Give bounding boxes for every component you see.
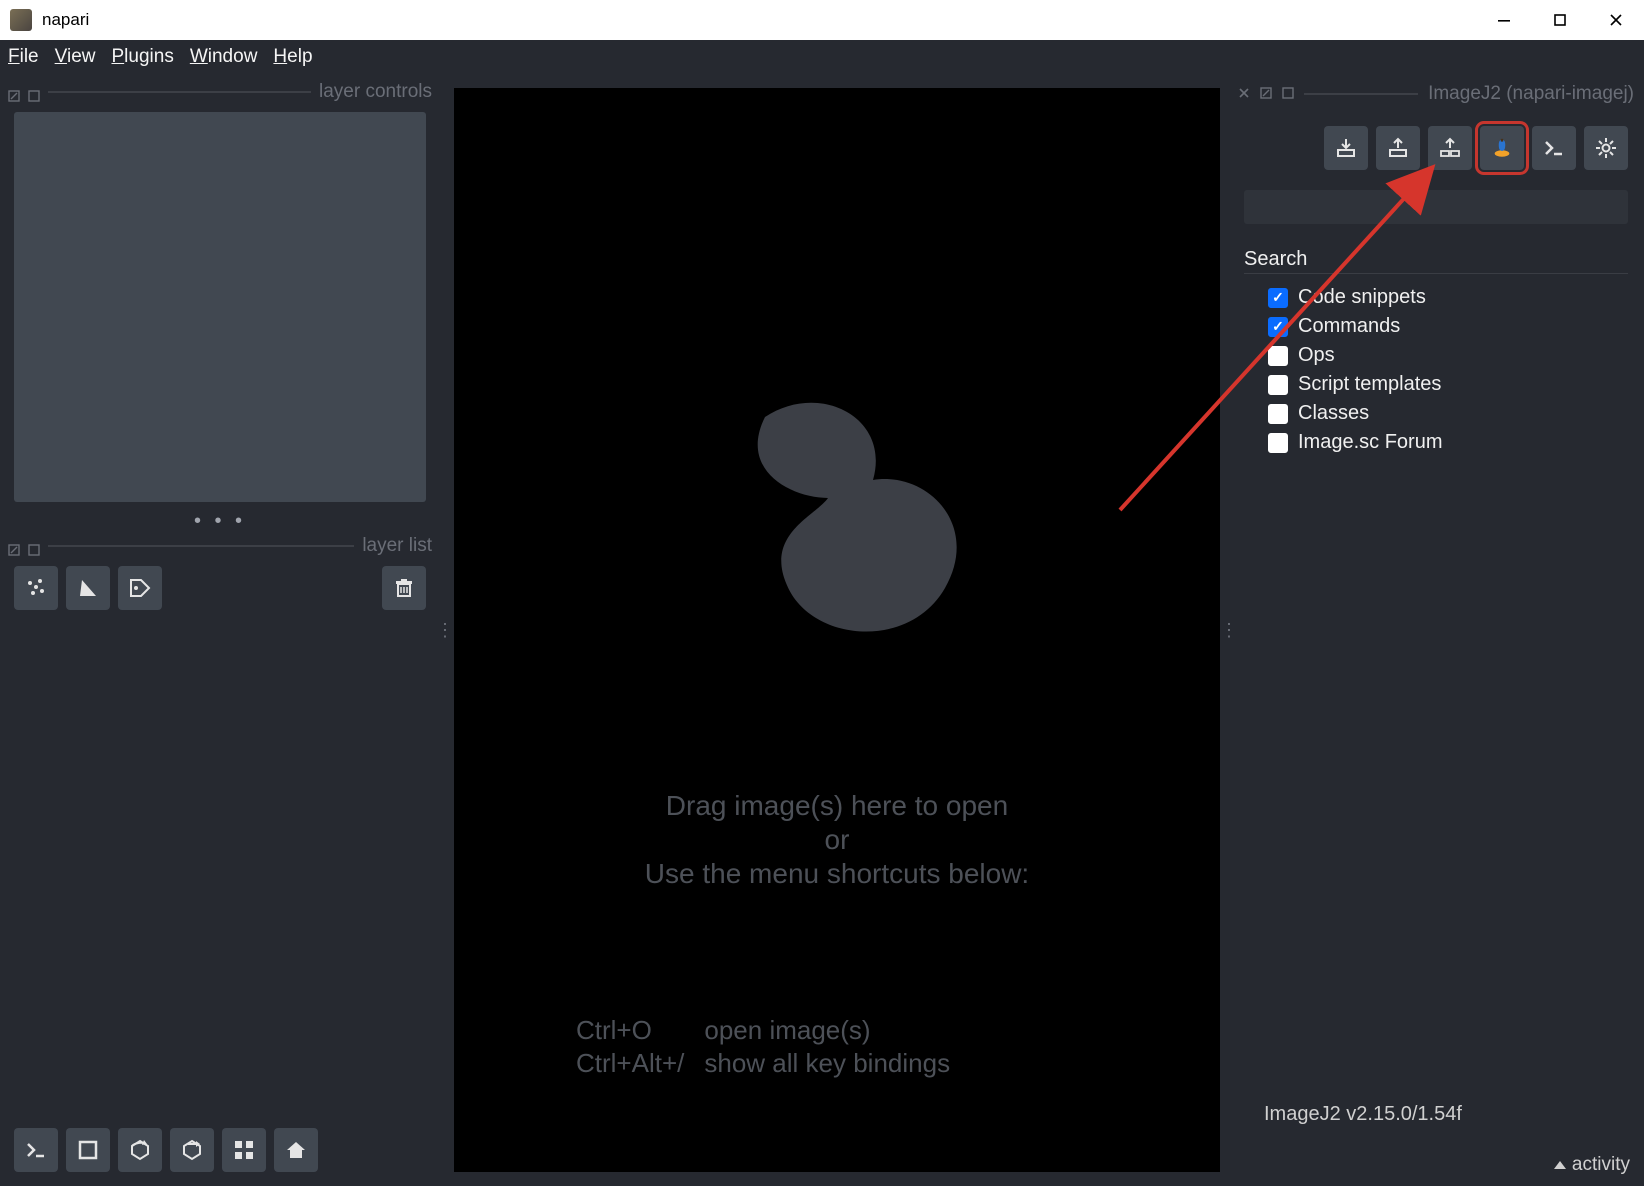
viewer-toolbar xyxy=(14,1128,426,1172)
home-button[interactable] xyxy=(274,1128,318,1172)
search-filters: Code snippets Commands Ops Script templa… xyxy=(1268,286,1634,454)
window-maximize-button[interactable] xyxy=(1532,0,1588,40)
console-button[interactable] xyxy=(14,1128,58,1172)
pop-out-icon[interactable] xyxy=(1260,83,1272,105)
ndisplay-button[interactable] xyxy=(66,1128,110,1172)
checkbox-icon[interactable] xyxy=(1268,317,1288,337)
new-labels-layer-button[interactable] xyxy=(118,566,162,610)
search-row: Search xyxy=(1244,248,1628,274)
transpose-dims-button[interactable] xyxy=(170,1128,214,1172)
filter-ops[interactable]: Ops xyxy=(1268,344,1634,367)
activity-button[interactable]: activity xyxy=(1554,1154,1630,1176)
napari-logo-icon xyxy=(657,318,1017,678)
chevron-up-icon xyxy=(1554,1161,1566,1169)
checkbox-icon[interactable] xyxy=(1268,288,1288,308)
checkbox-icon[interactable] xyxy=(1268,433,1288,453)
script-console-button[interactable] xyxy=(1532,126,1576,170)
filter-code-snippets[interactable]: Code snippets xyxy=(1268,286,1634,309)
window-minimize-button[interactable] xyxy=(1476,0,1532,40)
new-points-layer-button[interactable] xyxy=(14,566,58,610)
window-titlebar: napari xyxy=(0,0,1644,40)
export-button[interactable] xyxy=(1376,126,1420,170)
search-label: Search xyxy=(1244,248,1307,271)
left-panel: layer controls • • • layer list xyxy=(0,74,440,1186)
canvas-shortcuts: Ctrl+O open image(s) Ctrl+Alt+/ show all… xyxy=(574,1013,970,1081)
splitter-left[interactable]: ⋮ xyxy=(440,74,450,1186)
layer-controls-header: layer controls xyxy=(8,78,432,106)
filter-script-templates[interactable]: Script templates xyxy=(1268,373,1634,396)
plugin-header: ImageJ2 (napari-imagej) xyxy=(1238,80,1634,108)
pop-out-icon[interactable] xyxy=(8,540,20,552)
export-all-button[interactable] xyxy=(1428,126,1472,170)
shortcut-row: Ctrl+O open image(s) xyxy=(576,1015,968,1046)
menubar: File View Plugins Window Help xyxy=(0,40,1644,74)
menu-file[interactable]: File xyxy=(8,46,39,68)
menu-plugins[interactable]: Plugins xyxy=(111,46,173,68)
panel-resize-handle[interactable]: • • • xyxy=(8,510,432,532)
checkbox-icon[interactable] xyxy=(1268,404,1288,424)
viewer-canvas[interactable]: Drag image(s) here to open or Use the me… xyxy=(454,88,1220,1172)
imagej-gui-button[interactable] xyxy=(1480,126,1524,170)
layer-controls-panel xyxy=(14,112,426,502)
hide-plugin-icon[interactable] xyxy=(1282,83,1294,105)
settings-button[interactable] xyxy=(1584,126,1628,170)
imagej-version-label: ImageJ2 v2.15.0/1.54f xyxy=(1264,1103,1462,1126)
layer-controls-label: layer controls xyxy=(319,81,432,103)
canvas-hint-text: Drag image(s) here to open or Use the me… xyxy=(454,788,1220,892)
filter-commands[interactable]: Commands xyxy=(1268,315,1634,338)
search-input[interactable] xyxy=(1317,249,1628,270)
plugin-panel: ImageJ2 (napari-imagej) xyxy=(1234,74,1644,1186)
layer-list-header: layer list xyxy=(8,532,432,560)
shortcut-row: Ctrl+Alt+/ show all key bindings xyxy=(576,1048,968,1079)
checkbox-icon[interactable] xyxy=(1268,346,1288,366)
layer-list-toolbar xyxy=(14,566,426,610)
imagej-toolbar xyxy=(1244,126,1628,170)
plugin-title: ImageJ2 (napari-imagej) xyxy=(1428,83,1634,105)
menu-window[interactable]: Window xyxy=(190,46,258,68)
splitter-right[interactable]: ⋮ xyxy=(1224,74,1234,1186)
filter-imagesc-forum[interactable]: Image.sc Forum xyxy=(1268,431,1634,454)
filter-classes[interactable]: Classes xyxy=(1268,402,1634,425)
imagej-status-bar xyxy=(1244,190,1628,224)
window-close-button[interactable] xyxy=(1588,0,1644,40)
window-title: napari xyxy=(42,10,89,30)
delete-layer-button[interactable] xyxy=(382,566,426,610)
menu-view[interactable]: View xyxy=(55,46,96,68)
import-button[interactable] xyxy=(1324,126,1368,170)
close-plugin-icon[interactable] xyxy=(1238,83,1250,105)
layer-list-label: layer list xyxy=(362,535,432,557)
app-icon xyxy=(10,9,32,31)
close-dock-icon[interactable] xyxy=(28,540,40,552)
new-shapes-layer-button[interactable] xyxy=(66,566,110,610)
grid-mode-button[interactable] xyxy=(222,1128,266,1172)
roll-dims-button[interactable] xyxy=(118,1128,162,1172)
checkbox-icon[interactable] xyxy=(1268,375,1288,395)
pop-out-icon[interactable] xyxy=(8,86,20,98)
close-dock-icon[interactable] xyxy=(28,86,40,98)
menu-help[interactable]: Help xyxy=(273,46,312,68)
